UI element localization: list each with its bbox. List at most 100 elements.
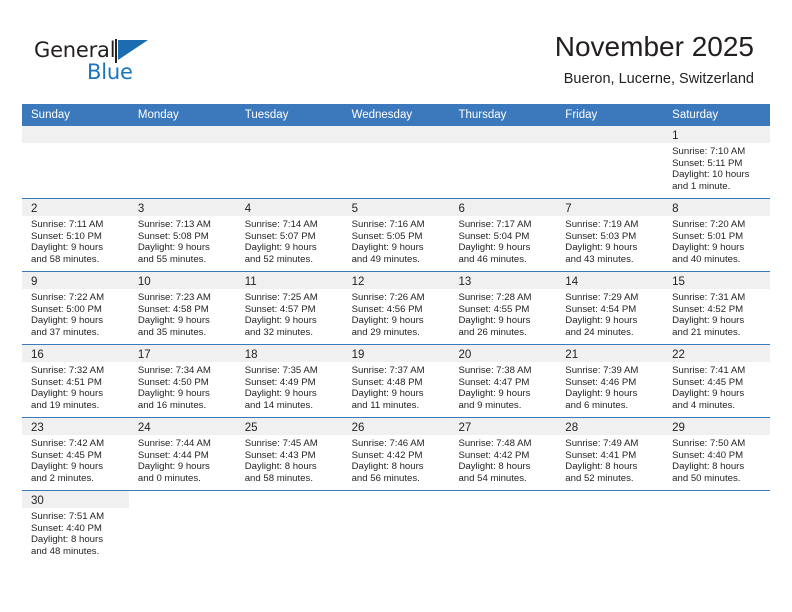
sunrise-time: Sunrise: 7:50 AM <box>672 438 746 449</box>
calendar-day-cell[interactable]: 20 Sunrise: 7:38 AM Sunset: 4:47 PM Dayligh… <box>449 345 557 417</box>
sunset-time: Sunset: 5:11 PM <box>672 157 743 169</box>
calendar-day-cell[interactable]: 7 Sunrise: 7:19 AM Sunset: 5:03 PM Daylight… <box>556 199 664 271</box>
daylight-duration-line1: Daylight: 9 hours <box>351 388 424 400</box>
calendar-week-row: 2 Sunrise: 7:11 AM Sunset: 5:10 PM Daylight… <box>22 199 771 272</box>
daylight-duration-line1: Daylight: 9 hours <box>672 315 745 327</box>
calendar-day-cell[interactable]: 19 Sunrise: 7:37 AM Sunset: 4:48 PM Dayligh… <box>342 345 450 417</box>
calendar-day-cell[interactable]: 2 Sunrise: 7:11 AM Sunset: 5:10 PM Daylight… <box>22 199 129 271</box>
day-number: 25 <box>244 422 258 434</box>
calendar-day-cell[interactable]: 13 Sunrise: 7:28 AM Sunset: 4:55 PM Dayligh… <box>449 272 557 344</box>
calendar-day-cell[interactable]: 9 Sunrise: 7:22 AM Sunset: 5:00 PM Daylight… <box>22 272 129 344</box>
day-sun-info <box>343 508 450 515</box>
calendar-day-cell[interactable]: 18 Sunrise: 7:35 AM Sunset: 4:49 PM Dayligh… <box>235 345 343 417</box>
daylight-duration-line2: and 55 minutes. <box>137 253 207 265</box>
day-sun-info <box>449 143 556 150</box>
weekday-header-wednesday: Wednesday <box>351 109 413 121</box>
day-number-bar: 24 <box>128 418 236 435</box>
weekday-header-tuesday: Tuesday <box>244 109 289 121</box>
daylight-duration-line2: and 29 minutes. <box>351 326 420 338</box>
daylight-duration-line1: Daylight: 9 hours <box>458 388 531 400</box>
day-number: 13 <box>458 276 472 288</box>
calendar-day-cell[interactable]: 17 Sunrise: 7:34 AM Sunset: 4:50 PM Dayligh… <box>128 345 236 417</box>
calendar-day-cell[interactable]: 4 Sunrise: 7:14 AM Sunset: 5:07 PM Daylight… <box>235 199 343 271</box>
weekday-header-row: Sunday Monday Tuesday Wednesday Thursday Frid… <box>22 104 770 126</box>
calendar-day-cell[interactable]: 10 Sunrise: 7:23 AM Sunset: 4:58 PM Dayligh… <box>128 272 236 344</box>
day-number-bar <box>236 491 343 508</box>
general-blue-logo[interactable]: General Blue <box>34 38 164 90</box>
calendar-week-row: 16 Sunrise: 7:32 AM Sunset: 4:51 PM Dayligh… <box>22 345 771 418</box>
daylight-duration-line1: Daylight: 9 hours <box>31 315 103 327</box>
sunrise-time: Sunrise: 7:31 AM <box>672 292 746 303</box>
day-sun-info: Sunrise: 7:46 AM Sunset: 4:42 PM Daylight:… <box>343 435 450 488</box>
daylight-duration-line2: and 4 minutes. <box>672 399 736 411</box>
day-sun-info <box>663 508 770 515</box>
calendar-day-cell[interactable]: 24 Sunrise: 7:44 AM Sunset: 4:44 PM Dayligh… <box>128 418 236 490</box>
calendar-day-cell[interactable]: 27 Sunrise: 7:48 AM Sunset: 4:42 PM Dayligh… <box>449 418 557 490</box>
sunrise-time: Sunrise: 7:39 AM <box>565 365 639 376</box>
calendar-week-row: 23 Sunrise: 7:42 AM Sunset: 4:45 PM Dayligh… <box>22 418 771 491</box>
calendar-day-cell[interactable]: 15 Sunrise: 7:31 AM Sunset: 4:52 PM Dayligh… <box>663 272 771 344</box>
calendar-day-cell[interactable]: 3 Sunrise: 7:13 AM Sunset: 5:08 PM Daylight… <box>128 199 236 271</box>
daylight-duration-line2: and 40 minutes. <box>672 253 741 265</box>
day-number-bar: 16 <box>22 345 129 362</box>
sunrise-time: Sunrise: 7:38 AM <box>458 365 532 376</box>
day-number: 7 <box>565 203 572 215</box>
sunset-time: Sunset: 5:00 PM <box>31 303 102 315</box>
sunrise-time: Sunrise: 7:25 AM <box>244 292 318 303</box>
day-number-bar: 30 <box>22 491 129 508</box>
daylight-duration-line1: Daylight: 9 hours <box>244 315 317 327</box>
sunset-time: Sunset: 4:40 PM <box>31 522 102 534</box>
calendar-day-cell[interactable]: 8 Sunrise: 7:20 AM Sunset: 5:01 PM Daylight… <box>663 199 771 271</box>
logo-text-general: General <box>34 38 116 62</box>
day-sun-info: Sunrise: 7:48 AM Sunset: 4:42 PM Daylight:… <box>449 435 556 488</box>
calendar-day-cell[interactable]: 30 Sunrise: 7:51 AM Sunset: 4:40 PM Dayligh… <box>22 491 129 563</box>
calendar-day-cell[interactable]: 14 Sunrise: 7:29 AM Sunset: 4:54 PM Dayligh… <box>556 272 664 344</box>
daylight-duration-line2: and 52 minutes. <box>565 472 634 484</box>
day-sun-info: Sunrise: 7:50 AM Sunset: 4:40 PM Daylight:… <box>663 435 770 488</box>
logo-text-blue: Blue <box>87 60 133 84</box>
day-number-bar: 2 <box>22 199 129 216</box>
day-sun-info: Sunrise: 7:44 AM Sunset: 4:44 PM Daylight:… <box>129 435 236 488</box>
daylight-duration-line2: and 9 minutes. <box>458 399 522 411</box>
calendar-weeks: 1 Sunrise: 7:10 AM Sunset: 5:11 PM Daylight… <box>22 126 771 563</box>
calendar-day-cell[interactable]: 28 Sunrise: 7:49 AM Sunset: 4:41 PM Dayligh… <box>556 418 664 490</box>
calendar-day-cell[interactable]: 21 Sunrise: 7:39 AM Sunset: 4:46 PM Dayligh… <box>556 345 664 417</box>
calendar-day-cell-empty <box>556 126 664 198</box>
daylight-duration-line2: and 58 minutes. <box>31 253 100 265</box>
calendar-day-cell[interactable]: 29 Sunrise: 7:50 AM Sunset: 4:40 PM Dayligh… <box>663 418 771 490</box>
calendar-day-cell[interactable]: 5 Sunrise: 7:16 AM Sunset: 5:05 PM Daylight… <box>342 199 450 271</box>
sunrise-time: Sunrise: 7:20 AM <box>672 219 746 230</box>
daylight-duration-line2: and 54 minutes. <box>458 472 527 484</box>
daylight-duration-line1: Daylight: 9 hours <box>137 388 210 400</box>
day-number-bar: 20 <box>449 345 557 362</box>
day-sun-info: Sunrise: 7:32 AM Sunset: 4:51 PM Daylight:… <box>22 362 129 415</box>
day-number-bar: 25 <box>235 418 343 435</box>
day-sun-info: Sunrise: 7:20 AM Sunset: 5:01 PM Daylight:… <box>663 216 770 269</box>
calendar-day-cell-empty <box>236 491 343 563</box>
calendar-day-cell[interactable]: 25 Sunrise: 7:45 AM Sunset: 4:43 PM Dayligh… <box>235 418 343 490</box>
day-number-bar: 8 <box>663 199 771 216</box>
day-number-bar <box>449 491 556 508</box>
calendar-day-cell[interactable]: 12 Sunrise: 7:26 AM Sunset: 4:56 PM Dayligh… <box>342 272 450 344</box>
day-number: 30 <box>31 495 44 507</box>
title-block: November 2025 Bueron, Lucerne, Switzerla… <box>555 30 754 88</box>
day-number-bar: 7 <box>556 199 664 216</box>
calendar-day-cell[interactable]: 23 Sunrise: 7:42 AM Sunset: 4:45 PM Dayligh… <box>22 418 129 490</box>
day-number-bar <box>343 491 450 508</box>
calendar-day-cell[interactable]: 1 Sunrise: 7:10 AM Sunset: 5:11 PM Daylight… <box>663 126 771 198</box>
daylight-duration-line2: and 52 minutes. <box>244 253 313 265</box>
calendar-day-cell[interactable]: 6 Sunrise: 7:17 AM Sunset: 5:04 PM Daylight… <box>449 199 557 271</box>
sunset-time: Sunset: 5:03 PM <box>565 230 637 242</box>
sunrise-time: Sunrise: 7:41 AM <box>672 365 746 376</box>
daylight-duration-line2: and 43 minutes. <box>565 253 634 265</box>
calendar-day-cell[interactable]: 26 Sunrise: 7:46 AM Sunset: 4:42 PM Dayligh… <box>342 418 450 490</box>
calendar-day-cell[interactable]: 22 Sunrise: 7:41 AM Sunset: 4:45 PM Dayligh… <box>663 345 771 417</box>
calendar-day-cell[interactable]: 16 Sunrise: 7:32 AM Sunset: 4:51 PM Dayligh… <box>22 345 129 417</box>
day-sun-info: Sunrise: 7:29 AM Sunset: 4:54 PM Daylight:… <box>556 289 663 342</box>
sunset-time: Sunset: 5:08 PM <box>137 230 209 242</box>
calendar-grid: Sunday Monday Tuesday Wednesday Thursday Frid… <box>22 104 771 563</box>
calendar-day-cell[interactable]: 11 Sunrise: 7:25 AM Sunset: 4:57 PM Dayligh… <box>235 272 343 344</box>
daylight-duration-line1: Daylight: 9 hours <box>31 242 103 254</box>
daylight-duration-line1: Daylight: 9 hours <box>244 242 317 254</box>
sunrise-time: Sunrise: 7:49 AM <box>565 438 639 449</box>
